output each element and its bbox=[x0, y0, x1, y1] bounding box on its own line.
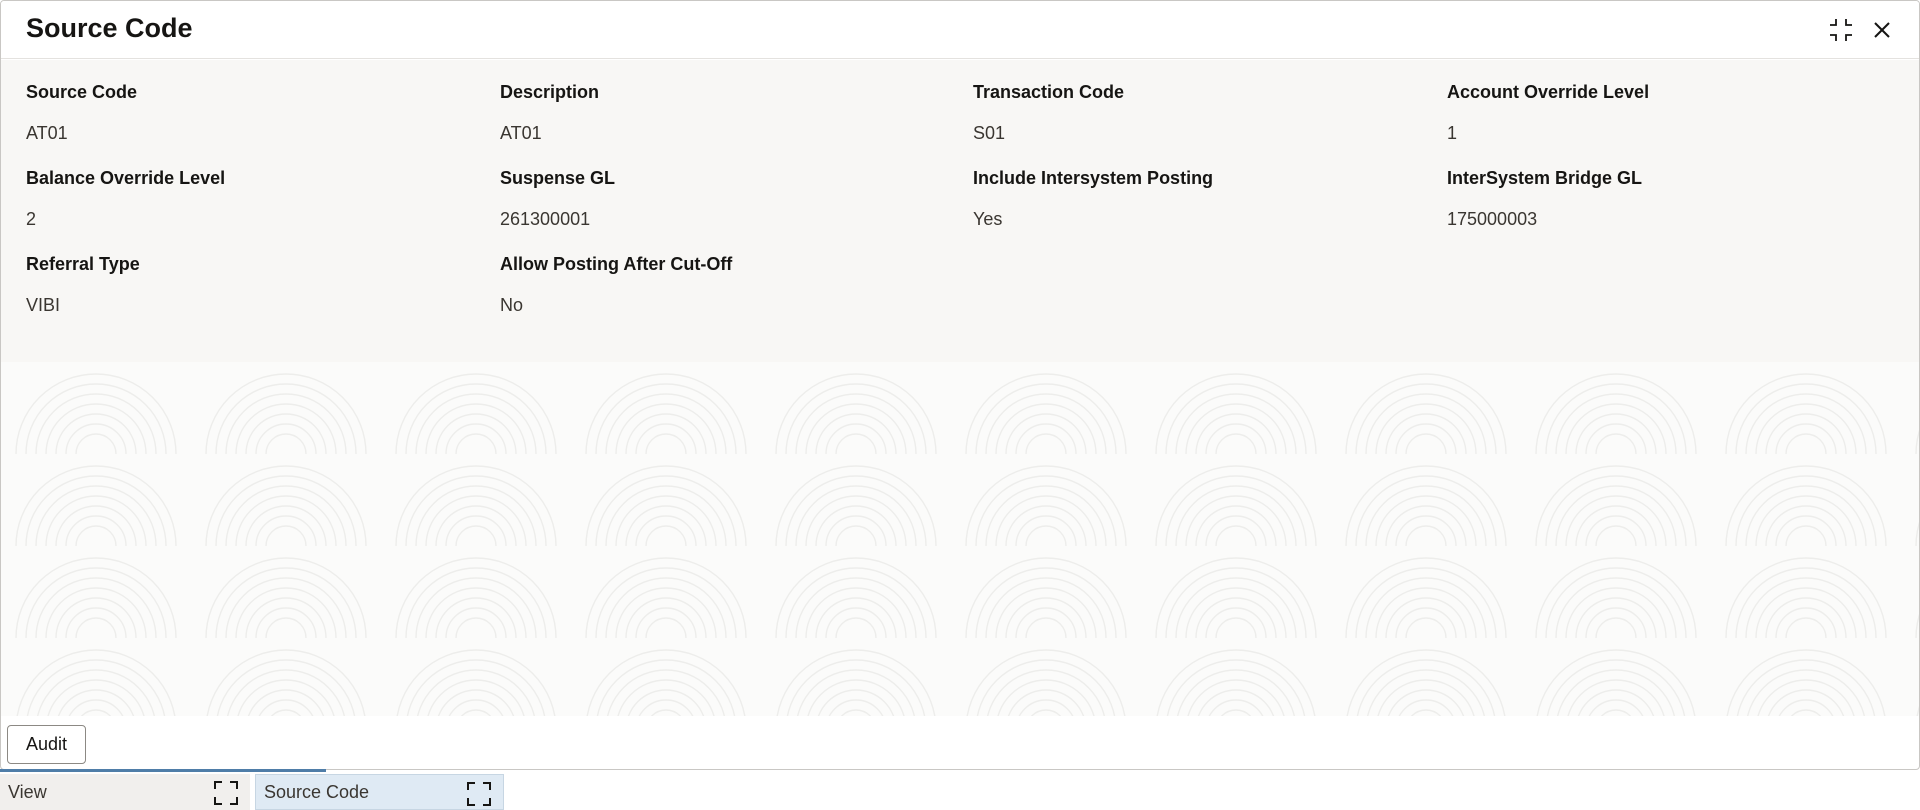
task-tab-source-code[interactable]: Source Code bbox=[255, 774, 504, 810]
field-label: Source Code bbox=[26, 82, 138, 102]
dialog-title: Source Code bbox=[26, 13, 193, 43]
dialog-header: Source Code bbox=[1, 1, 1919, 59]
field-label: Include Intersystem Posting bbox=[973, 168, 1214, 188]
expand-icon[interactable] bbox=[214, 781, 238, 805]
field-source-code: Source Code AT01 bbox=[26, 82, 486, 144]
close-icon[interactable] bbox=[1867, 15, 1897, 45]
field-label: Description bbox=[500, 82, 600, 102]
field-label: Transaction Code bbox=[973, 82, 1125, 102]
field-label: InterSystem Bridge GL bbox=[1447, 168, 1643, 188]
field-value: AT01 bbox=[26, 123, 68, 143]
field-value: Yes bbox=[973, 209, 1003, 229]
field-value: 1 bbox=[1447, 123, 1458, 143]
field-intersystem-bridge-gl: InterSystem Bridge GL 175000003 bbox=[1447, 168, 1907, 230]
field-referral-type: Referral Type VIBI bbox=[26, 254, 486, 316]
field-value: 2 bbox=[26, 209, 37, 229]
field-balance-override-level: Balance Override Level 2 bbox=[26, 168, 486, 230]
compress-icon[interactable] bbox=[1826, 15, 1856, 45]
field-value: AT01 bbox=[500, 123, 542, 143]
task-tab-label: Source Code bbox=[264, 781, 370, 802]
field-panel: Source Code AT01 Description AT01 Transa… bbox=[1, 60, 1919, 362]
field-label: Referral Type bbox=[26, 254, 140, 274]
background-pattern bbox=[1, 362, 1919, 716]
field-allow-posting-after-cutoff: Allow Posting After Cut-Off No bbox=[500, 254, 960, 316]
source-code-dialog: Source Code Source Code AT01 Description… bbox=[0, 0, 1920, 770]
field-value: 261300001 bbox=[500, 209, 591, 229]
field-label: Account Override Level bbox=[1447, 82, 1650, 102]
field-account-override-level: Account Override Level 1 bbox=[1447, 82, 1907, 144]
taskbar: View Source Code bbox=[0, 772, 1920, 810]
field-value: No bbox=[500, 295, 524, 315]
field-value: S01 bbox=[973, 123, 1006, 143]
audit-button[interactable]: Audit bbox=[7, 725, 86, 764]
field-label: Allow Posting After Cut-Off bbox=[500, 254, 733, 274]
field-label: Suspense GL bbox=[500, 168, 616, 188]
field-label: Balance Override Level bbox=[26, 168, 226, 188]
field-transaction-code: Transaction Code S01 bbox=[973, 82, 1433, 144]
expand-icon[interactable] bbox=[467, 782, 491, 806]
field-value: VIBI bbox=[26, 295, 61, 315]
field-value: 175000003 bbox=[1447, 209, 1538, 229]
field-include-intersystem-posting: Include Intersystem Posting Yes bbox=[973, 168, 1433, 230]
field-description: Description AT01 bbox=[500, 82, 960, 144]
task-tab-view[interactable]: View bbox=[0, 774, 250, 810]
task-tab-label: View bbox=[8, 781, 47, 802]
field-suspense-gl: Suspense GL 261300001 bbox=[500, 168, 960, 230]
